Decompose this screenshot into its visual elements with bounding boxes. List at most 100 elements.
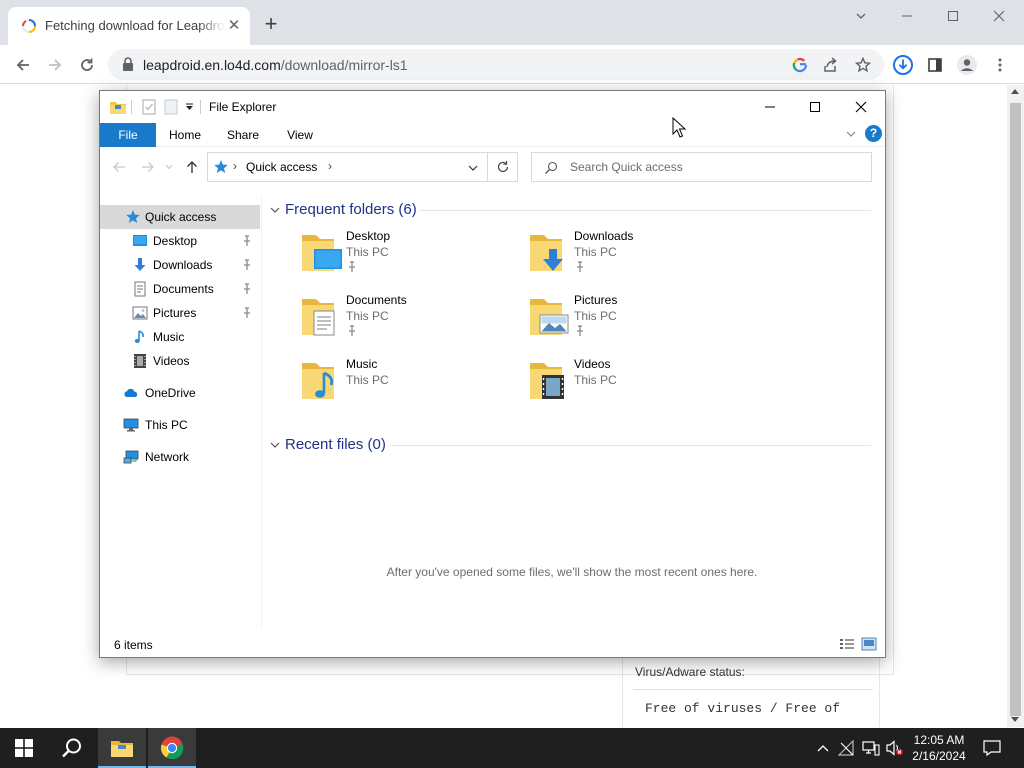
folder-name: Desktop [346,229,391,243]
up-arrow-icon[interactable] [184,159,200,175]
scrollbar-thumb[interactable] [1010,103,1021,716]
quick-access-star-icon [214,160,228,173]
sidebar-item-this-pc[interactable]: This PC [100,413,260,437]
details-view-icon[interactable] [839,637,855,651]
lock-icon[interactable] [121,57,135,72]
chevron-down-icon[interactable] [269,439,281,451]
expand-ribbon-icon[interactable] [844,127,858,141]
sidebar-item-label: Documents [153,282,214,296]
sidebar-item-downloads[interactable]: Downloads [100,253,260,277]
refresh-button[interactable] [488,152,518,182]
chevron-down-icon[interactable] [269,204,281,216]
section-title: Recent files (0) [285,436,386,453]
navigation-pane: Quick access Desktop Downloads Documents… [100,197,262,627]
minimize-button[interactable] [884,4,930,28]
profile-avatar-icon[interactable] [953,51,981,79]
explorer-maximize-button[interactable] [792,91,838,122]
close-button[interactable] [976,4,1022,28]
url-text[interactable]: leapdroid.en.lo4d.com/download/mirror-ls… [143,57,408,73]
nav-back-icon[interactable] [111,159,127,175]
download-icon[interactable] [889,51,917,79]
sidebar-item-onedrive[interactable]: OneDrive [100,381,260,405]
recent-files-header[interactable]: Recent files (0) [267,435,877,455]
taskbar-chrome[interactable] [148,728,196,768]
volume-muted-icon[interactable] [886,739,904,757]
virus-status-value: Free of viruses / Free of [633,689,873,729]
address-dropdown-icon[interactable] [466,161,480,175]
tab-view[interactable]: View [278,123,322,147]
folder-tile-downloads[interactable]: Downloads This PC [528,227,728,283]
browser-tab[interactable]: Fetching download for Leapdroid ✕ [8,7,250,45]
quick-access-content: Frequent folders (6) Desktop This PC Dow… [263,197,885,627]
folder-location: This PC [574,309,617,323]
address-bar[interactable]: leapdroid.en.lo4d.com/download/mirror-ls… [108,49,884,80]
folder-tile-documents[interactable]: Documents This PC [300,291,500,347]
pin-icon [577,325,583,336]
new-folder-icon[interactable] [164,99,178,115]
google-lens-icon[interactable] [790,55,810,75]
scroll-down-arrow-icon[interactable] [1011,717,1019,722]
search-button[interactable] [48,728,96,768]
frequent-folders-header[interactable]: Frequent folders (6) [267,200,877,220]
folder-tile-music[interactable]: Music This PC [300,355,500,411]
folder-name: Downloads [574,229,634,243]
explorer-address-bar[interactable]: › Quick access › [207,152,488,182]
folder-tile-videos[interactable]: Videos This PC [528,355,728,411]
share-icon[interactable] [821,55,841,75]
folder-name: Documents [346,293,407,307]
properties-icon[interactable] [142,99,156,115]
sidebar-item-desktop[interactable]: Desktop [100,229,260,253]
videos-folder-icon [530,363,564,399]
explorer-close-button[interactable] [838,91,884,122]
taskbar-file-explorer[interactable] [98,728,146,768]
separator [200,100,201,114]
explorer-titlebar[interactable]: File Explorer [100,91,885,123]
pin-icon [349,261,355,272]
forward-arrow-icon[interactable] [41,51,69,79]
large-icons-view-icon[interactable] [861,637,877,651]
side-panel-icon[interactable] [921,51,949,79]
section-title: Frequent folders (6) [285,201,417,218]
sidebar-item-quick-access[interactable]: Quick access [100,205,260,229]
taskbar-clock[interactable]: 12:05 AM 2/16/2024 [906,732,972,764]
notifications-icon[interactable] [982,739,1002,757]
network-disconnected-icon[interactable] [838,739,856,757]
help-icon[interactable]: ? [865,125,882,142]
scroll-up-arrow-icon[interactable] [1011,89,1019,94]
tab-share[interactable]: Share [220,123,266,147]
network-tray-icon[interactable] [862,739,880,757]
maximize-button[interactable] [930,4,976,28]
show-hidden-icons-chevron-up-icon[interactable] [814,739,832,757]
breadcrumb-chevron-icon[interactable]: › [328,159,332,173]
reload-icon[interactable] [73,51,101,79]
mouse-cursor-icon [672,117,686,138]
folder-tile-pictures[interactable]: Pictures This PC [528,291,728,347]
bookmark-star-icon[interactable] [853,55,873,75]
documents-folder-icon [302,299,335,336]
sidebar-item-documents[interactable]: Documents [100,277,260,301]
recent-locations-icon[interactable] [164,159,174,175]
breadcrumb[interactable]: Quick access [246,160,317,174]
tab-close-icon[interactable]: ✕ [225,17,243,35]
folder-tile-desktop[interactable]: Desktop This PC [300,227,500,283]
tab-home[interactable]: Home [162,123,208,147]
customize-quick-access-icon[interactable] [185,103,194,111]
sidebar-item-pictures[interactable]: Pictures [100,301,260,325]
breadcrumb-chevron-icon[interactable]: › [233,159,237,173]
tab-search-icon[interactable] [838,4,884,28]
explorer-search-box[interactable] [531,152,872,182]
pin-icon [244,283,250,294]
sidebar-item-videos[interactable]: Videos [100,349,260,373]
tab-file[interactable]: File [100,123,156,147]
new-tab-button[interactable]: + [260,13,282,36]
explorer-minimize-button[interactable] [747,91,793,122]
search-input[interactable] [570,158,860,176]
sidebar-item-music[interactable]: Music [100,325,260,349]
start-button[interactable] [0,728,48,768]
back-arrow-icon[interactable] [9,51,37,79]
page-scrollbar[interactable] [1007,85,1024,727]
sidebar-item-network[interactable]: Network [100,445,260,469]
nav-forward-icon[interactable] [140,159,156,175]
onedrive-cloud-icon [124,388,138,397]
chrome-menu-icon[interactable] [986,51,1014,79]
